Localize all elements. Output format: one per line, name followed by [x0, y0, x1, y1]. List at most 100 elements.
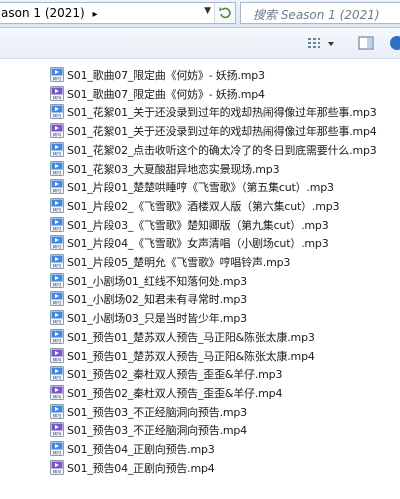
- svg-text:MP4: MP4: [53, 432, 62, 437]
- svg-text:MP3: MP3: [53, 320, 62, 325]
- file-row[interactable]: MP4 S01_预告04_正剧向预告.mp4: [0, 459, 400, 477]
- file-name: S01_歌曲07_限定曲《何妨》- 妖扬.mp3: [67, 69, 265, 82]
- file-name: S01_预告01_楚苏双人预告_马正阳&陈张太康.mp4: [67, 349, 315, 363]
- file-row[interactable]: MP3 S01_小剧场02_知君未有寻常时.mp3: [0, 290, 400, 308]
- svg-text:MP3: MP3: [53, 170, 62, 175]
- file-name: S01_花絮03_大夏酸甜异地恋实景现场.mp3: [67, 162, 280, 176]
- file-name: S01_预告03_不正经脑洞向预告.mp3: [67, 405, 247, 419]
- file-name: S01_预告04_正剧向预告.mp4: [67, 461, 215, 475]
- svg-text:MP3: MP3: [53, 301, 62, 306]
- file-row[interactable]: MP4 S01_预告02_秦杜双人预告_歪歪&羊仔.mp4: [0, 384, 400, 402]
- preview-pane-button[interactable]: [356, 34, 376, 52]
- file-row[interactable]: MP3 S01_花絮01_关于还没录到过年的戏却热闹得像过年那些事.mp3: [0, 103, 400, 121]
- mp3-file-icon: MP3: [50, 67, 64, 82]
- file-row[interactable]: MP4 S01_花絮01_关于还没录到过年的戏却热闹得像过年那些事.mp4: [0, 122, 400, 140]
- breadcrumb-arrow-icon[interactable]: ▸: [93, 9, 98, 20]
- file-row[interactable]: MP3 S01_片段02_《飞雪歌》酒楼双人版（第六集cut）.mp3: [0, 197, 400, 215]
- svg-text:MP3: MP3: [53, 226, 62, 231]
- svg-text:MP3: MP3: [53, 207, 62, 212]
- refresh-button[interactable]: [214, 3, 235, 23]
- file-name: S01_歌曲07_限定曲《何妨》- 妖扬.mp4: [67, 87, 265, 101]
- svg-text:MP4: MP4: [53, 95, 62, 100]
- view-options-button[interactable]: [306, 34, 338, 52]
- file-name: S01_小剧场02_知君未有寻常时.mp3: [67, 293, 247, 307]
- file-row[interactable]: MP3 S01_小剧场03_只是当时皆少年.mp3: [0, 309, 400, 327]
- file-name: S01_小剧场03_只是当时皆少年.mp3: [67, 312, 247, 326]
- svg-text:MP3: MP3: [53, 264, 62, 269]
- svg-text:MP4: MP4: [53, 394, 62, 399]
- mp4-file-icon: MP4: [50, 422, 64, 438]
- breadcrumb[interactable]: ason 1 (2021) ▸: [1, 6, 98, 20]
- svg-text:MP3: MP3: [53, 451, 62, 456]
- address-dropdown-icon[interactable]: ▼: [204, 6, 211, 16]
- file-name: S01_花絮01_关于还没录到过年的戏却热闹得像过年那些事.mp4: [67, 125, 377, 139]
- file-row[interactable]: MP3 S01_片段03_《飞雪歌》楚知卿版（第九集cut）.mp3: [0, 216, 400, 234]
- file-row[interactable]: MP4 S01_预告01_楚苏双人预告_马正阳&陈张太康.mp4: [0, 347, 400, 365]
- svg-text:MP3: MP3: [53, 282, 62, 287]
- mp3-file-icon: MP3: [50, 441, 64, 456]
- file-name: S01_花絮02_点击收听这个的确太冷了的冬日到底需要什么.mp3: [67, 143, 377, 157]
- file-name: S01_片段03_《飞雪歌》楚知卿版（第九集cut）.mp3: [67, 218, 329, 232]
- svg-text:MP3: MP3: [53, 114, 62, 119]
- search-box[interactable]: 搜索 Season 1 (2021): [240, 2, 400, 24]
- help-icon: [390, 36, 400, 50]
- svg-text:MP4: MP4: [53, 469, 62, 474]
- mp4-file-icon: MP4: [50, 459, 64, 475]
- mp3-file-icon: MP3: [50, 160, 64, 176]
- mp3-file-icon: MP3: [50, 235, 64, 251]
- file-row[interactable]: MP3 S01_花絮03_大夏酸甜异地恋实景现场.mp3: [0, 160, 400, 178]
- mp3-file-icon: MP3: [50, 366, 64, 382]
- file-name: S01_预告01_楚苏双人预告_马正阳&陈张太康.mp3: [67, 330, 315, 344]
- file-row[interactable]: MP3 S01_预告04_正剧向预告.mp3: [0, 440, 400, 458]
- file-row[interactable]: MP3 S01_片段01_楚楚哄睡哼《飞雪歌》（第五集cut）.mp3: [0, 178, 400, 196]
- svg-text:MP4: MP4: [53, 133, 62, 138]
- svg-text:MP3: MP3: [53, 151, 62, 156]
- mp3-file-icon: MP3: [50, 254, 64, 269]
- svg-text:MP4: MP4: [53, 357, 62, 362]
- file-row[interactable]: MP3 S01_片段04_《飞雪歌》女声清唱（小剧场cut）.mp3: [0, 234, 400, 252]
- file-name: S01_小剧场01_红线不知落何处.mp3: [67, 274, 247, 288]
- preview-pane-icon: [358, 36, 374, 50]
- mp4-file-icon: MP4: [50, 384, 64, 400]
- file-row[interactable]: MP3 S01_片段05_楚明允《飞雪歌》哼唱铃声.mp3: [0, 253, 400, 271]
- file-name: S01_花絮01_关于还没录到过年的戏却热闹得像过年那些事.mp3: [67, 106, 377, 120]
- svg-text:MP3: MP3: [53, 77, 62, 82]
- mp3-file-icon: MP3: [50, 179, 64, 195]
- mp3-file-icon: MP3: [50, 272, 64, 288]
- file-row[interactable]: MP3 S01_预告03_不正经脑洞向预告.mp3: [0, 403, 400, 421]
- command-bar: [0, 28, 400, 59]
- file-row[interactable]: MP3 S01_花絮02_点击收听这个的确太冷了的冬日到底需要什么.mp3: [0, 141, 400, 159]
- svg-text:MP3: MP3: [53, 413, 62, 418]
- file-name: S01_预告04_正剧向预告.mp3: [67, 443, 215, 456]
- mp3-file-icon: MP3: [50, 328, 64, 344]
- file-name: S01_预告02_秦杜双人预告_歪歪&羊仔.mp3: [67, 368, 283, 382]
- mp3-file-icon: MP3: [50, 291, 64, 307]
- mp3-file-icon: MP3: [50, 403, 64, 419]
- file-name: S01_片段04_《飞雪歌》女声清唱（小剧场cut）.mp3: [67, 237, 329, 251]
- svg-text:MP3: MP3: [53, 338, 62, 343]
- file-row[interactable]: MP3 S01_小剧场01_红线不知落何处.mp3: [0, 272, 400, 290]
- mp3-file-icon: MP3: [50, 216, 64, 232]
- mp4-file-icon: MP4: [50, 347, 64, 363]
- file-row[interactable]: MP4 S01_歌曲07_限定曲《何妨》- 妖扬.mp4: [0, 85, 400, 103]
- file-row[interactable]: MP3 S01_预告01_楚苏双人预告_马正阳&陈张太康.mp3: [0, 328, 400, 346]
- file-name: S01_预告02_秦杜双人预告_歪歪&羊仔.mp4: [67, 386, 283, 400]
- svg-text:MP3: MP3: [53, 376, 62, 381]
- file-name: S01_片段02_《飞雪歌》酒楼双人版（第六集cut）.mp3: [67, 199, 340, 213]
- file-row[interactable]: MP3 S01_歌曲07_限定曲《何妨》- 妖扬.mp3: [0, 66, 400, 84]
- file-row[interactable]: MP4 S01_预告03_不正经脑洞向预告.mp4: [0, 421, 400, 439]
- file-name: S01_片段05_楚明允《飞雪歌》哼唱铃声.mp3: [67, 256, 291, 269]
- breadcrumb-folder[interactable]: ason 1 (2021): [1, 6, 85, 20]
- mp3-file-icon: MP3: [50, 197, 64, 213]
- address-bar[interactable]: ason 1 (2021) ▸ ▼: [0, 2, 236, 24]
- svg-text:MP3: MP3: [53, 245, 62, 250]
- mp4-file-icon: MP4: [50, 85, 64, 101]
- mp3-file-icon: MP3: [50, 141, 64, 157]
- mp3-file-icon: MP3: [50, 104, 64, 120]
- file-row[interactable]: MP3 S01_预告02_秦杜双人预告_歪歪&羊仔.mp3: [0, 365, 400, 383]
- help-button[interactable]: [388, 34, 400, 52]
- mp3-file-icon: MP3: [50, 310, 64, 326]
- search-placeholder[interactable]: 搜索 Season 1 (2021): [253, 6, 380, 23]
- refresh-icon: [219, 7, 231, 19]
- mp4-file-icon: MP4: [50, 123, 64, 139]
